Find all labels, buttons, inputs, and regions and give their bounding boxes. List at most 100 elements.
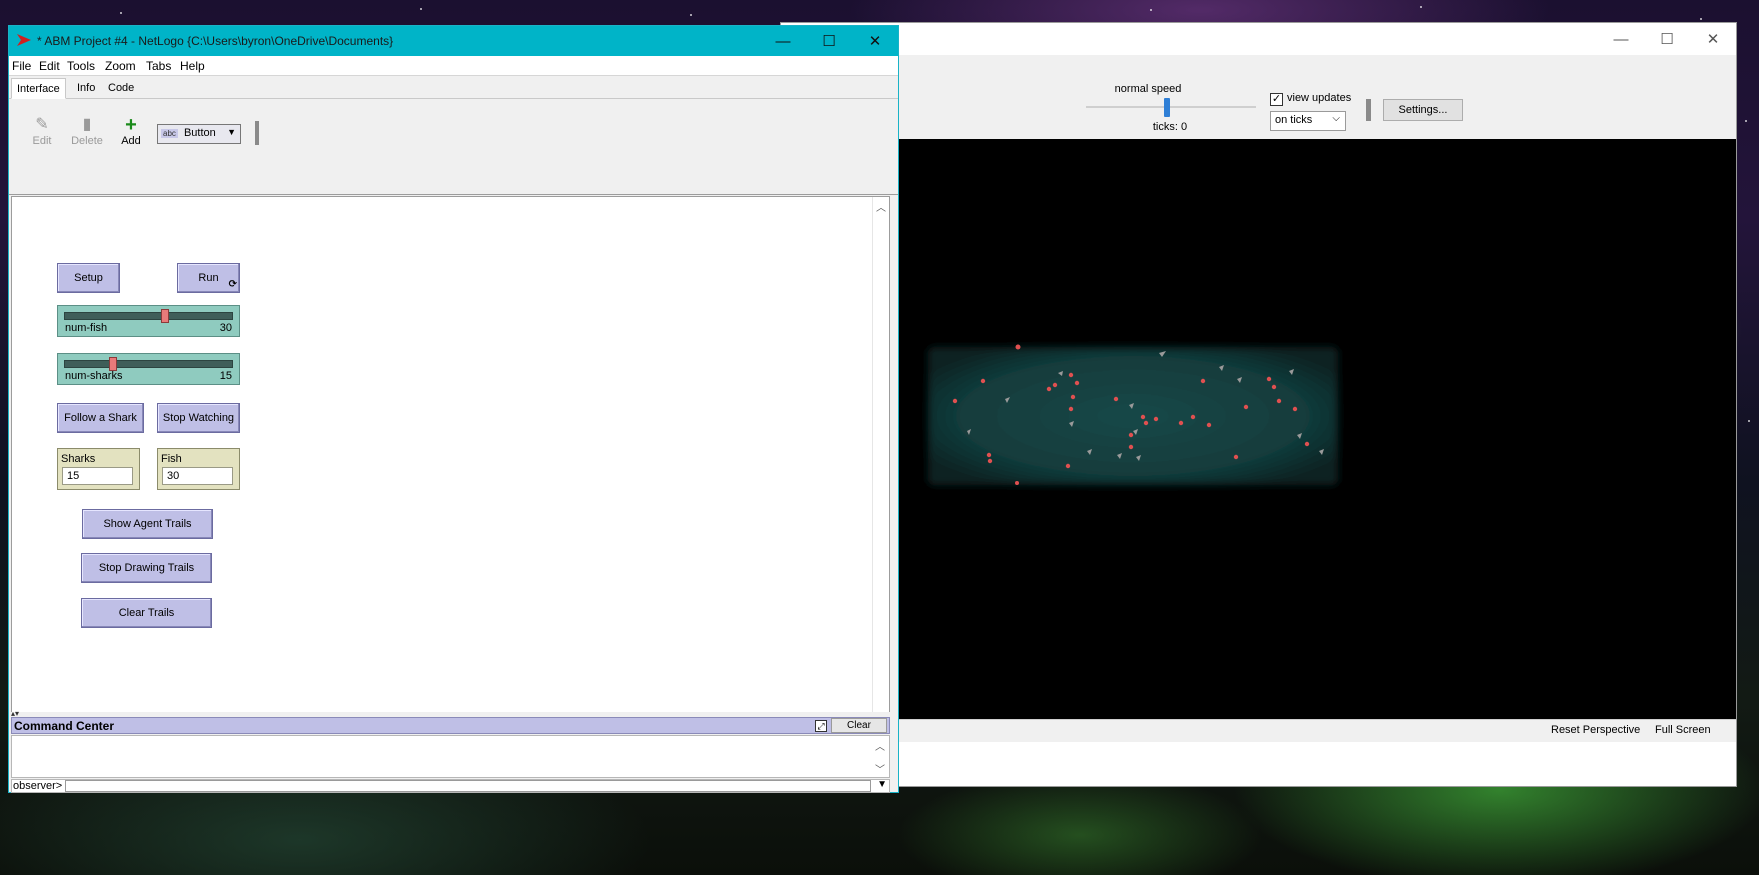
show-agent-trails-button[interactable]: Show Agent Trails xyxy=(82,509,213,539)
chevron-down-icon: ▼ xyxy=(227,127,236,137)
ticks-counter: ticks: 0 xyxy=(1152,121,1188,133)
speed-slider-thumb[interactable] xyxy=(1164,98,1170,117)
update-mode-select[interactable]: on ticks ⌵ xyxy=(1270,111,1346,131)
widget-type-value: Button xyxy=(183,127,216,139)
main-titlebar: * ABM Project #4 - NetLogo {C:\Users\byr… xyxy=(9,26,898,56)
command-center: ▴▾ Command Center ⤢ Clear ︿ ﹀ observer> … xyxy=(11,709,890,793)
slider-label: num-sharks xyxy=(65,370,123,382)
stop-drawing-trails-button[interactable]: Stop Drawing Trails xyxy=(81,553,212,583)
command-input[interactable] xyxy=(65,780,871,792)
plus-icon: + xyxy=(125,114,137,136)
ocean-world xyxy=(928,347,1338,485)
view-window: — ☐ ✕ normal speed ticks: 0 ✓ view updat… xyxy=(780,22,1737,787)
view-statusbar: Reset Perspective Full Screen xyxy=(781,719,1736,742)
view-updates-label: view updates xyxy=(1287,92,1352,104)
chevron-down-icon: ⌵ xyxy=(1332,113,1340,124)
delete-label: Delete xyxy=(71,135,103,147)
trash-icon: ▮ xyxy=(82,116,92,133)
widget-type-select[interactable]: abc Button ▼ xyxy=(157,124,241,144)
toolbar-separator xyxy=(255,121,259,145)
button-widget-icon: abc xyxy=(161,129,178,138)
minimize-icon[interactable]: — xyxy=(760,26,806,56)
expand-icon[interactable]: ⤢ xyxy=(815,720,827,732)
netlogo-main-window: * ABM Project #4 - NetLogo {C:\Users\byr… xyxy=(8,25,899,793)
world-view-canvas xyxy=(928,344,1338,485)
follow-shark-button[interactable]: Follow a Shark xyxy=(57,403,144,433)
tab-bar: Interface Info Code xyxy=(9,77,898,99)
stop-watching-label: Stop Watching xyxy=(162,412,235,424)
chevron-down-icon[interactable]: ▼ xyxy=(877,779,887,790)
menu-file[interactable]: File xyxy=(12,59,31,73)
tab-info[interactable]: Info xyxy=(72,78,100,99)
command-center-title: Command Center xyxy=(14,719,115,733)
view-controls: normal speed ticks: 0 ✓ view updates on … xyxy=(781,55,1736,139)
vertical-scrollbar[interactable]: ︿ ﹀ xyxy=(872,197,889,735)
command-center-header: Command Center ⤢ Clear xyxy=(11,717,890,734)
full-screen-button[interactable]: Full Screen xyxy=(1655,724,1711,736)
view-updates-checkbox[interactable]: ✓ xyxy=(1270,93,1283,106)
slider-label: num-fish xyxy=(65,322,108,334)
view-titlebar: — ☐ ✕ xyxy=(781,23,1736,55)
slider-track[interactable] xyxy=(64,360,233,368)
menu-zoom[interactable]: Zoom xyxy=(105,59,136,73)
edit-button[interactable]: ✎ Edit xyxy=(22,115,62,147)
slider-thumb[interactable] xyxy=(160,309,169,323)
window-title: * ABM Project #4 - NetLogo {C:\Users\byr… xyxy=(37,34,394,48)
run-label: Run xyxy=(198,272,219,284)
minimize-icon[interactable]: — xyxy=(1598,23,1644,55)
tab-interface[interactable]: Interface xyxy=(11,78,66,99)
num-fish-slider[interactable]: num-fish 30 xyxy=(57,305,240,337)
interface-toolbar: ✎ Edit ▮ Delete + Add abc Button ▼ xyxy=(9,99,898,195)
slider-track[interactable] xyxy=(64,312,233,320)
toolbar-separator xyxy=(1366,99,1371,121)
monitor-label: Sharks xyxy=(61,453,96,465)
slider-value: 15 xyxy=(219,370,232,382)
edit-label: Edit xyxy=(32,135,52,147)
settings-button[interactable]: Settings... xyxy=(1383,99,1463,121)
menu-edit[interactable]: Edit xyxy=(39,59,60,73)
close-icon[interactable]: ✕ xyxy=(1690,23,1736,55)
num-sharks-slider[interactable]: num-sharks 15 xyxy=(57,353,240,385)
scroll-up-icon[interactable]: ︿ xyxy=(876,199,886,214)
monitor-value: 30 xyxy=(162,467,233,485)
speed-label: normal speed xyxy=(1114,83,1182,95)
slider-value: 30 xyxy=(219,322,232,334)
maximize-icon[interactable]: ☐ xyxy=(1644,23,1690,55)
add-label: Add xyxy=(121,135,141,147)
monitor-label: Fish xyxy=(161,453,182,465)
menu-help[interactable]: Help xyxy=(180,59,205,73)
stop-watching-button[interactable]: Stop Watching xyxy=(157,403,240,433)
stop-trails-label: Stop Drawing Trails xyxy=(98,562,195,574)
slider-thumb[interactable] xyxy=(109,357,118,371)
command-output: ︿ ﹀ xyxy=(11,735,890,778)
command-input-row: observer> ▼ xyxy=(11,779,890,793)
follow-shark-label: Follow a Shark xyxy=(64,412,137,424)
reset-perspective-button[interactable]: Reset Perspective xyxy=(1551,724,1640,736)
setup-label: Setup xyxy=(74,272,103,284)
clear-trails-button[interactable]: Clear Trails xyxy=(81,598,212,628)
maximize-icon[interactable]: ☐ xyxy=(806,26,852,56)
menu-tools[interactable]: Tools xyxy=(67,59,95,73)
setup-button[interactable]: Setup xyxy=(57,263,120,293)
interface-canvas[interactable]: Setup Run ⟳ num-fish 30 num-sharks 15 Fo… xyxy=(11,196,890,736)
monitor-value: 15 xyxy=(62,467,133,485)
tab-code[interactable]: Code xyxy=(103,78,139,99)
sharks-monitor: Sharks 15 xyxy=(57,448,140,490)
menu-tabs[interactable]: Tabs xyxy=(146,59,171,73)
scroll-down-icon[interactable]: ﹀ xyxy=(875,761,885,776)
clear-trails-label: Clear Trails xyxy=(118,607,175,619)
run-button[interactable]: Run ⟳ xyxy=(177,263,240,293)
fish-monitor: Fish 30 xyxy=(157,448,240,490)
scroll-up-icon[interactable]: ︿ xyxy=(875,738,885,753)
update-mode-value: on ticks xyxy=(1275,114,1313,126)
forever-icon: ⟳ xyxy=(228,279,237,290)
observer-prompt: observer> xyxy=(13,780,63,792)
delete-button[interactable]: ▮ Delete xyxy=(67,115,107,147)
show-trails-label: Show Agent Trails xyxy=(103,518,192,530)
menu-bar: File Edit Tools Zoom Tabs Help xyxy=(9,56,898,76)
speed-slider-track[interactable] xyxy=(1086,106,1256,108)
close-icon[interactable]: ✕ xyxy=(852,26,898,56)
clear-button[interactable]: Clear xyxy=(831,718,887,733)
world-view[interactable] xyxy=(781,139,1736,719)
add-button[interactable]: + Add xyxy=(111,115,151,147)
